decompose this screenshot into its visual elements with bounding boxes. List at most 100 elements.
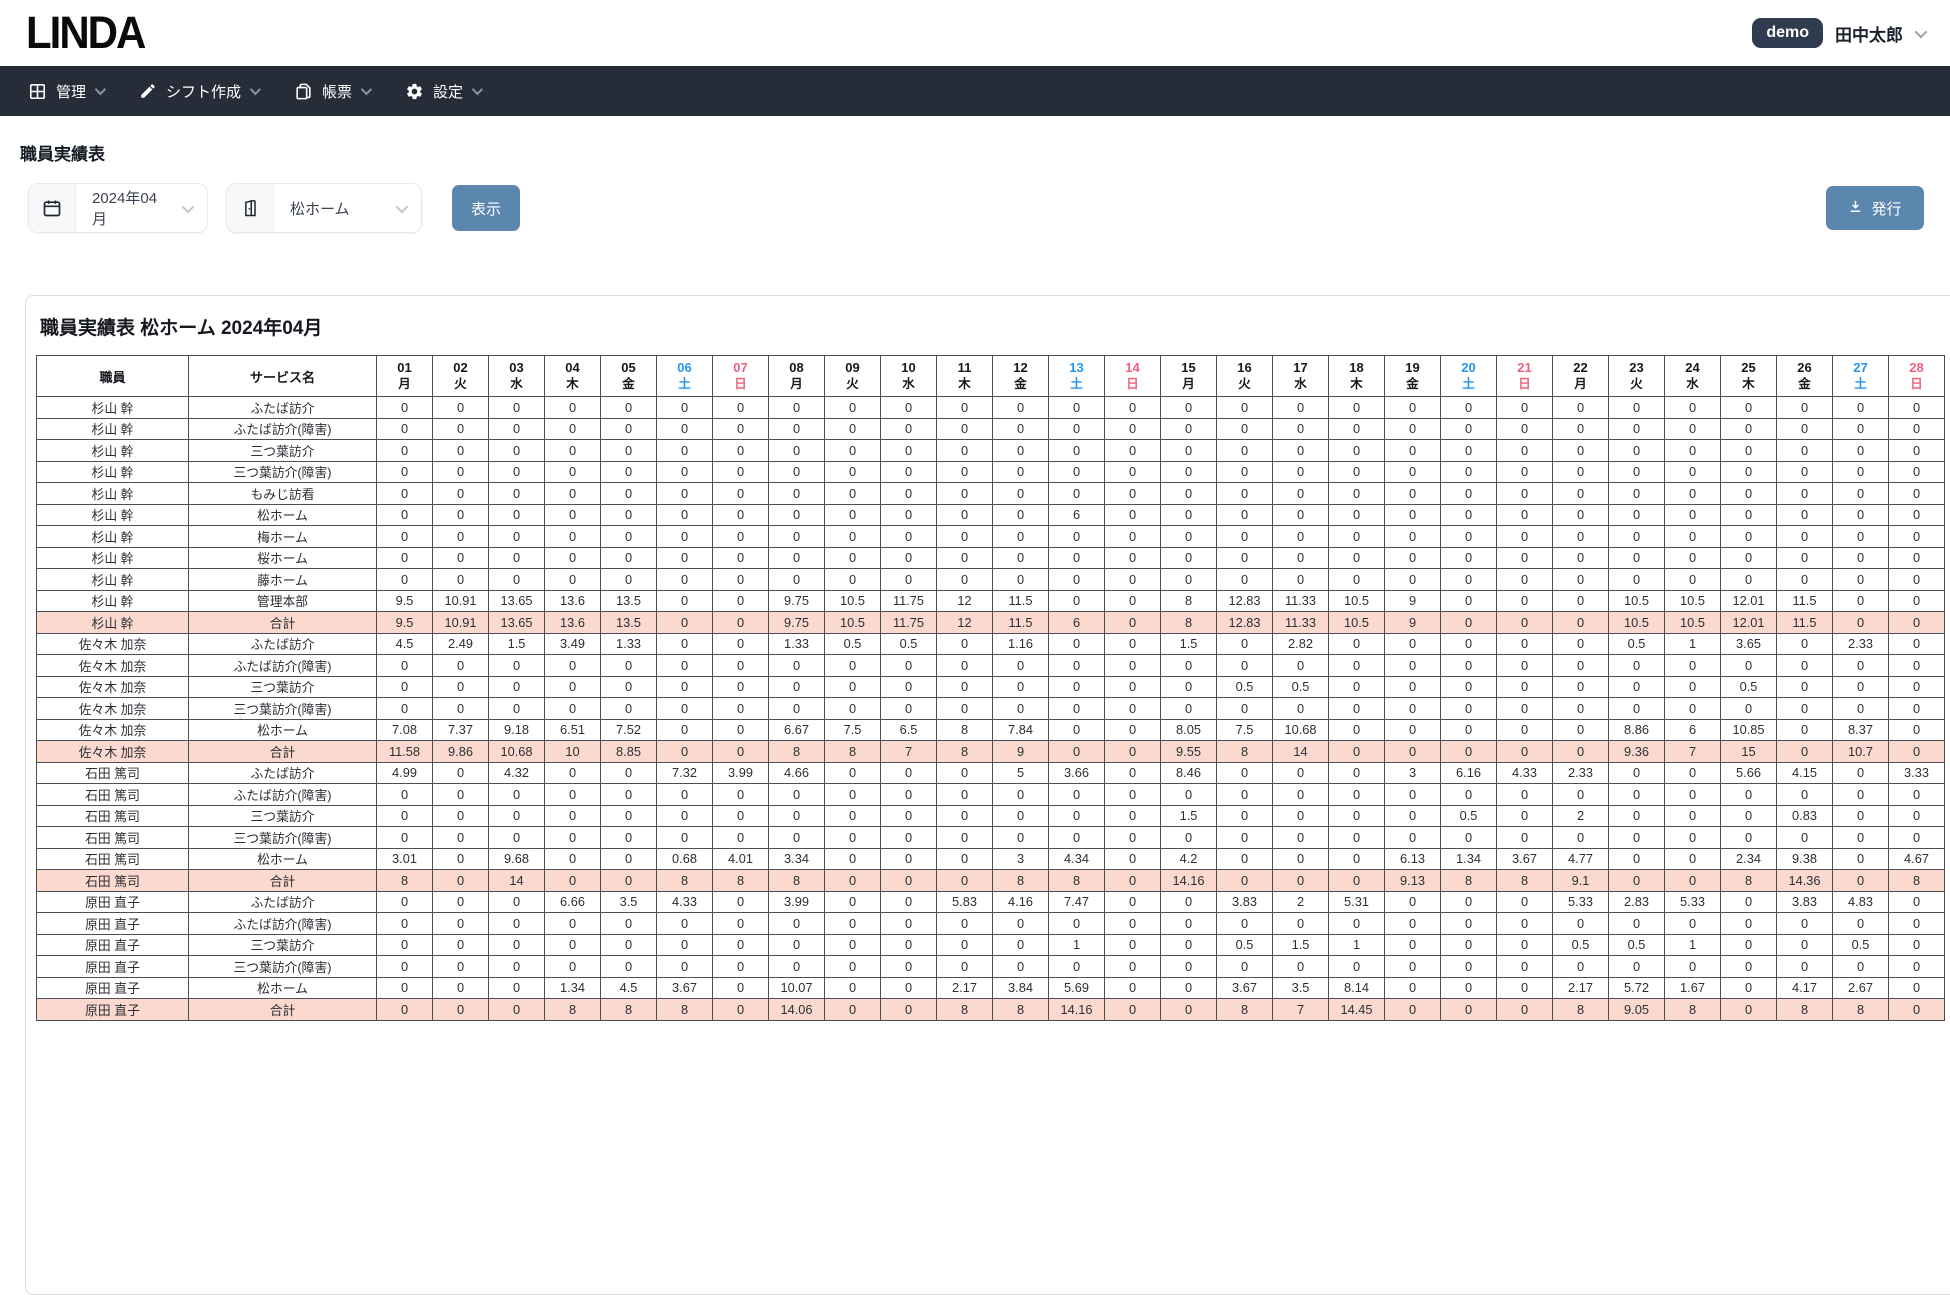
value-cell: 10.5 <box>824 611 881 634</box>
value-cell: 0 <box>488 933 545 956</box>
value-cell: 0 <box>1496 675 1553 698</box>
service-cell: ふたば訪介(障害) <box>188 783 377 806</box>
value-cell: 11.58 <box>376 740 433 763</box>
nav-item-shift-sakusei[interactable]: シフト作成 <box>121 66 276 116</box>
table-row: 杉山 幹管理本部 9.5 10.91 13.65 13.6 13.5 0 0 9.75 10.5 1… <box>36 589 1945 612</box>
value-cell: 4.83 <box>1832 890 1889 913</box>
value-cell: 0 <box>1048 654 1105 677</box>
value-cell: 8 <box>1776 998 1833 1021</box>
value-cell: 0 <box>1384 697 1441 720</box>
value-cell: 0 <box>936 460 993 483</box>
staff-cell: 石田 篤司 <box>36 869 189 892</box>
chevron-down-icon <box>249 83 262 96</box>
nav-item-settei[interactable]: 設定 <box>387 66 498 116</box>
service-cell: ふたば訪介(障害) <box>188 912 377 935</box>
value-cell: 10.68 <box>488 740 545 763</box>
value-cell: 0 <box>1328 546 1385 569</box>
value-cell: 0 <box>376 804 433 827</box>
value-cell: 0 <box>1832 697 1889 720</box>
value-cell: 0 <box>1888 697 1945 720</box>
value-cell: 0 <box>1608 439 1665 462</box>
staff-cell: 石田 篤司 <box>36 804 189 827</box>
value-cell: 10 <box>544 740 601 763</box>
value-cell: 0 <box>1272 525 1329 548</box>
value-cell: 0 <box>1272 439 1329 462</box>
value-cell: 0 <box>600 460 657 483</box>
value-cell: 0 <box>1664 439 1721 462</box>
report-table: 職員 サービス名 01 月 02 火 03 水 04 木 05 金 06 土 07 日 08 月 09 火 10 水 11 木… <box>36 355 1945 1021</box>
month-select[interactable]: 2024年04月 <box>28 183 208 233</box>
value-cell: 0 <box>376 890 433 913</box>
value-cell: 0 <box>1552 740 1609 763</box>
value-cell: 0 <box>656 740 713 763</box>
value-cell: 0.5 <box>1216 933 1273 956</box>
value-cell: 10.07 <box>768 976 825 999</box>
value-cell: 1.34 <box>1440 847 1497 870</box>
value-cell: 0 <box>1440 955 1497 978</box>
nav-item-chohyo[interactable]: 帳票 <box>276 66 387 116</box>
service-cell: 合計 <box>188 998 377 1021</box>
value-cell: 0 <box>880 697 937 720</box>
facility-select[interactable]: 松ホーム <box>226 183 422 233</box>
user-menu[interactable]: demo 田中太郎 <box>1752 18 1928 48</box>
value-cell: 0 <box>992 933 1049 956</box>
staff-cell: 原田 直子 <box>36 976 189 999</box>
value-cell: 0 <box>1440 675 1497 698</box>
value-cell: 0 <box>1104 804 1161 827</box>
value-cell: 0 <box>712 804 769 827</box>
value-cell: 0 <box>1776 503 1833 526</box>
value-cell: 0 <box>1496 804 1553 827</box>
day-header-cell: 28 日 <box>1888 355 1945 397</box>
nav-item-kanri[interactable]: 管理 <box>10 66 121 116</box>
value-cell: 8 <box>600 998 657 1021</box>
value-cell: 3.67 <box>1496 847 1553 870</box>
service-cell: 梅ホーム <box>188 525 377 548</box>
value-cell: 0 <box>1608 396 1665 419</box>
day-header-cell: 13 土 <box>1048 355 1105 397</box>
value-cell: 6.13 <box>1384 847 1441 870</box>
value-cell: 0 <box>1552 955 1609 978</box>
value-cell: 10.7 <box>1832 740 1889 763</box>
value-cell: 0 <box>1552 568 1609 591</box>
value-cell: 0 <box>1048 675 1105 698</box>
value-cell: 0 <box>936 568 993 591</box>
publish-button[interactable]: 発行 <box>1826 186 1924 230</box>
value-cell: 0 <box>656 417 713 440</box>
value-cell: 0 <box>1664 826 1721 849</box>
value-cell: 0 <box>1384 503 1441 526</box>
value-cell: 0 <box>1048 804 1105 827</box>
value-cell: 0 <box>600 482 657 505</box>
value-cell: 14.06 <box>768 998 825 1021</box>
value-cell: 0 <box>600 675 657 698</box>
value-cell: 0 <box>1048 740 1105 763</box>
value-cell: 0 <box>1496 976 1553 999</box>
value-cell: 0 <box>376 654 433 677</box>
value-cell: 0 <box>936 675 993 698</box>
value-cell: 4.66 <box>768 761 825 784</box>
value-cell: 0 <box>824 417 881 440</box>
value-cell: 0 <box>1888 396 1945 419</box>
value-cell: 0 <box>1888 632 1945 655</box>
value-cell: 0 <box>1552 482 1609 505</box>
value-cell: 9.18 <box>488 718 545 741</box>
value-cell: 7.84 <box>992 718 1049 741</box>
value-cell: 0 <box>600 546 657 569</box>
value-cell: 0 <box>880 998 937 1021</box>
value-cell: 0 <box>488 826 545 849</box>
value-cell: 0 <box>600 783 657 806</box>
value-cell: 0 <box>656 804 713 827</box>
show-button[interactable]: 表示 <box>452 185 520 231</box>
value-cell: 0 <box>1720 912 1777 935</box>
value-cell: 0 <box>488 675 545 698</box>
value-cell: 0 <box>1440 632 1497 655</box>
value-cell: 0 <box>656 396 713 419</box>
value-cell: 9.05 <box>1608 998 1665 1021</box>
value-cell: 0 <box>1272 568 1329 591</box>
value-cell: 0.83 <box>1776 804 1833 827</box>
value-cell: 0 <box>432 976 489 999</box>
value-cell: 0 <box>488 804 545 827</box>
value-cell: 0 <box>1496 654 1553 677</box>
value-cell: 0 <box>824 503 881 526</box>
value-cell: 0 <box>1104 546 1161 569</box>
value-cell: 0 <box>376 933 433 956</box>
